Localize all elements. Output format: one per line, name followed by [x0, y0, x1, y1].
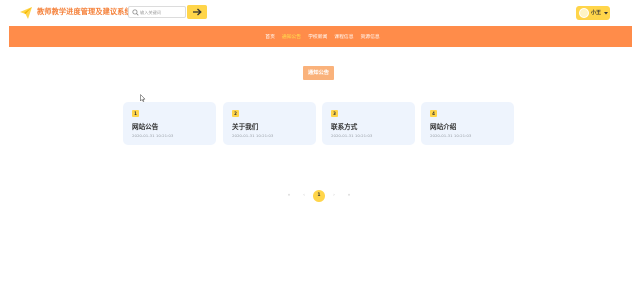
caret-down-icon	[604, 12, 608, 15]
nav-item-home[interactable]: 首页	[265, 33, 275, 40]
nav-item-resources[interactable]: 资源信息	[361, 33, 380, 40]
card-number: 4	[430, 110, 437, 117]
pagination-page-current[interactable]: 1	[313, 190, 325, 202]
search-input[interactable]	[140, 8, 184, 17]
avatar	[579, 8, 589, 18]
card-date: 2020-01-31 10:21:03	[232, 133, 274, 138]
search-icon	[132, 9, 139, 16]
card-number: 3	[331, 110, 338, 117]
notice-card[interactable]: 3 联系方式 2020-01-31 10:21:03	[322, 102, 415, 145]
pagination-prev[interactable]: ‹	[298, 190, 310, 202]
card-title[interactable]: 关于我们	[232, 121, 258, 131]
main-navbar: 首页 通知公告 学校新闻 课程信息 资源信息	[9, 26, 632, 47]
card-date: 2020-01-31 10:21:03	[430, 133, 472, 138]
card-date: 2020-01-31 10:21:03	[331, 133, 373, 138]
pagination-first[interactable]: «	[283, 190, 295, 202]
card-title[interactable]: 网站公告	[132, 121, 158, 131]
site-title[interactable]: 教师教学进度管理及建议系统	[37, 7, 132, 17]
pagination-next[interactable]: ›	[328, 190, 340, 202]
pagination-last[interactable]: »	[343, 190, 355, 202]
notice-card[interactable]: 1 网站公告 2020-01-31 10:21:03	[123, 102, 216, 145]
section-title: 通知公告	[303, 66, 334, 80]
nav-item-courses[interactable]: 课程信息	[334, 33, 353, 40]
notice-card[interactable]: 2 关于我们 2020-01-31 10:21:03	[223, 102, 316, 145]
card-date: 2020-01-31 10:21:03	[132, 133, 174, 138]
paper-plane-icon[interactable]	[19, 6, 33, 20]
mouse-cursor-icon	[140, 94, 146, 102]
nav-item-school-news[interactable]: 学校新闻	[308, 33, 327, 40]
nav-item-notices[interactable]: 通知公告	[282, 33, 301, 40]
card-number: 2	[232, 110, 239, 117]
notice-card[interactable]: 4 网站介绍 2020-01-31 10:21:03	[421, 102, 514, 145]
search-button[interactable]	[187, 5, 207, 19]
card-number: 1	[132, 110, 139, 117]
user-menu-button[interactable]: 小王	[576, 6, 610, 20]
user-name: 小王	[591, 10, 602, 16]
card-title[interactable]: 网站介绍	[430, 121, 456, 131]
search-box	[128, 6, 186, 18]
arrow-right-icon	[193, 8, 202, 16]
card-title[interactable]: 联系方式	[331, 121, 357, 131]
header: 教师教学进度管理及建议系统 小王	[0, 0, 636, 26]
pagination: « ‹ 1 › »	[283, 190, 355, 202]
